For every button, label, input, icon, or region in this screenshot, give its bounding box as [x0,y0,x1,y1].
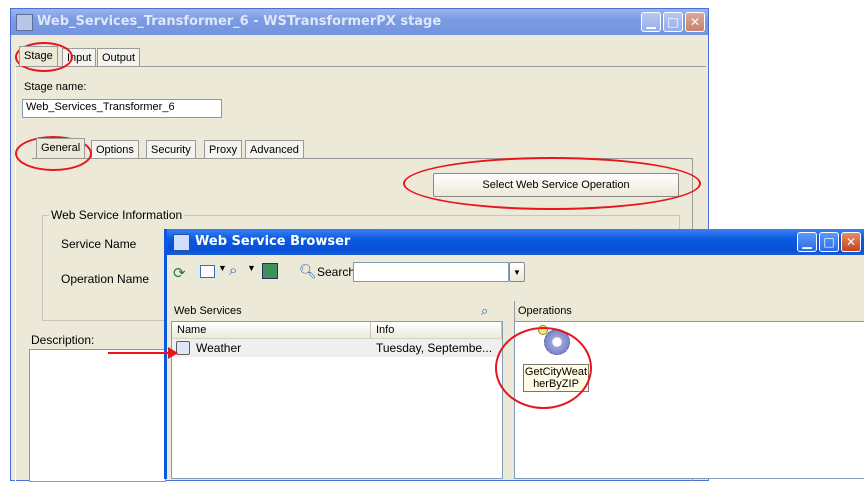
view-icon[interactable] [200,265,215,278]
operations-panel-title: Operations [518,305,572,317]
browser-maximize-icon[interactable]: □ [819,232,839,252]
highlight-select-button [403,157,701,210]
search-icon: 🔍︎ [299,263,317,279]
column-info[interactable]: Info [371,322,502,339]
app-icon [16,14,33,31]
operations-panel-header: Operations [514,301,864,321]
tab-options[interactable]: Options [91,140,139,158]
service-name-label: Service Name [61,237,137,251]
search-input[interactable] [353,262,509,282]
stage-name-field[interactable]: Web_Services_Transformer_6 [22,99,222,118]
find-dropdown-icon[interactable]: ▼ [247,263,256,273]
tab-general[interactable]: General [36,138,86,158]
service-name-cell: Weather [196,341,242,355]
stage-titlebar[interactable]: Web_Services_Transformer_6 - WSTransform… [11,9,708,35]
services-list: Name Info Weather Tuesday, Septembe... [171,321,503,479]
export-icon[interactable] [262,263,278,279]
minimize-icon[interactable]: ▁ [641,12,661,32]
services-panel-title: Web Services [174,305,242,317]
arrow-line [108,352,169,354]
search-dropdown-button[interactable]: ▼ [509,262,525,282]
tab-security[interactable]: Security [146,140,196,158]
service-info-cell: Tuesday, Septembe... [376,341,493,355]
find-icon[interactable]: ⌕ [229,262,237,279]
description-textarea[interactable] [29,349,166,482]
close-icon[interactable]: ✕ [685,12,705,32]
view-dropdown-icon[interactable]: ▼ [218,263,227,273]
refresh-icon[interactable]: ⟳ [173,264,186,282]
table-row[interactable]: Weather Tuesday, Septembe... [172,339,502,357]
browser-close-icon[interactable]: ✕ [841,232,861,252]
browser-minimize-icon[interactable]: ▁ [797,232,817,252]
tab-proxy[interactable]: Proxy [204,140,243,158]
maximize-icon[interactable]: □ [663,12,683,32]
stage-window-title: Web_Services_Transformer_6 - WSTransform… [37,14,442,29]
services-search-icon[interactable]: ⌕ [481,301,488,321]
tab-advanced[interactable]: Advanced [245,140,304,158]
description-label: Description: [31,333,95,347]
web-service-info-label: Web Service Information [49,208,185,222]
stage-name-label: Stage name: [24,81,87,93]
web-service-icon [176,341,190,355]
highlight-operation [495,327,592,409]
services-panel-header: Web Services ⌕ [171,301,503,321]
browser-app-icon [173,234,190,251]
column-name[interactable]: Name [172,322,371,339]
operation-name-label: Operation Name [61,272,150,286]
browser-window-title: Web Service Browser [195,234,351,249]
browser-toolbar: ⟳ ▼ ⌕ ▼ 🔍︎ Search: ▼ [167,255,864,295]
arrow-head [168,347,178,359]
tab-stage[interactable]: Stage [19,46,58,66]
browser-titlebar[interactable]: Web Service Browser ▁ □ ✕ [167,229,864,255]
tab-output[interactable]: Output [97,48,141,66]
